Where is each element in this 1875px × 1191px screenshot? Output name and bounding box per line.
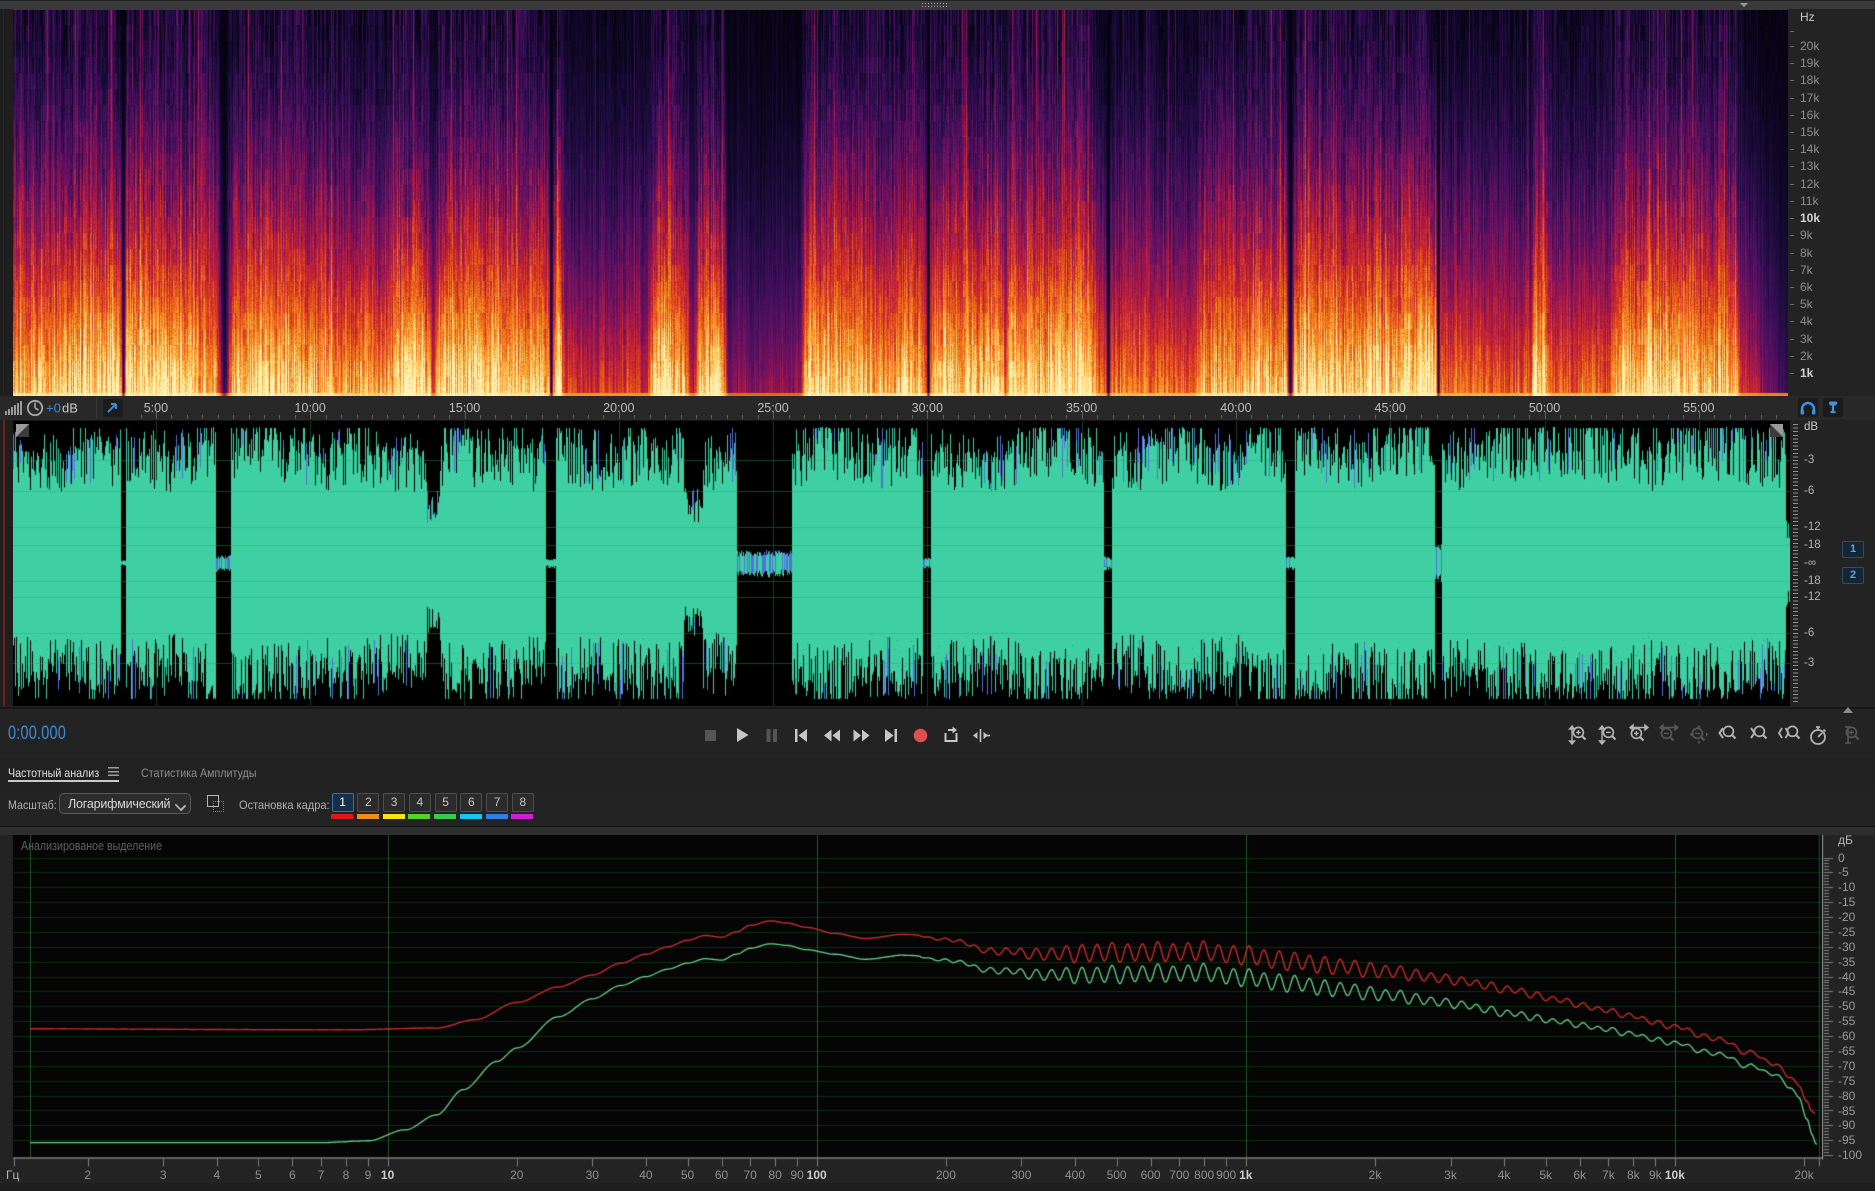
svg-text:+0: +0 bbox=[46, 401, 61, 416]
svg-text:dB: dB bbox=[62, 401, 78, 416]
